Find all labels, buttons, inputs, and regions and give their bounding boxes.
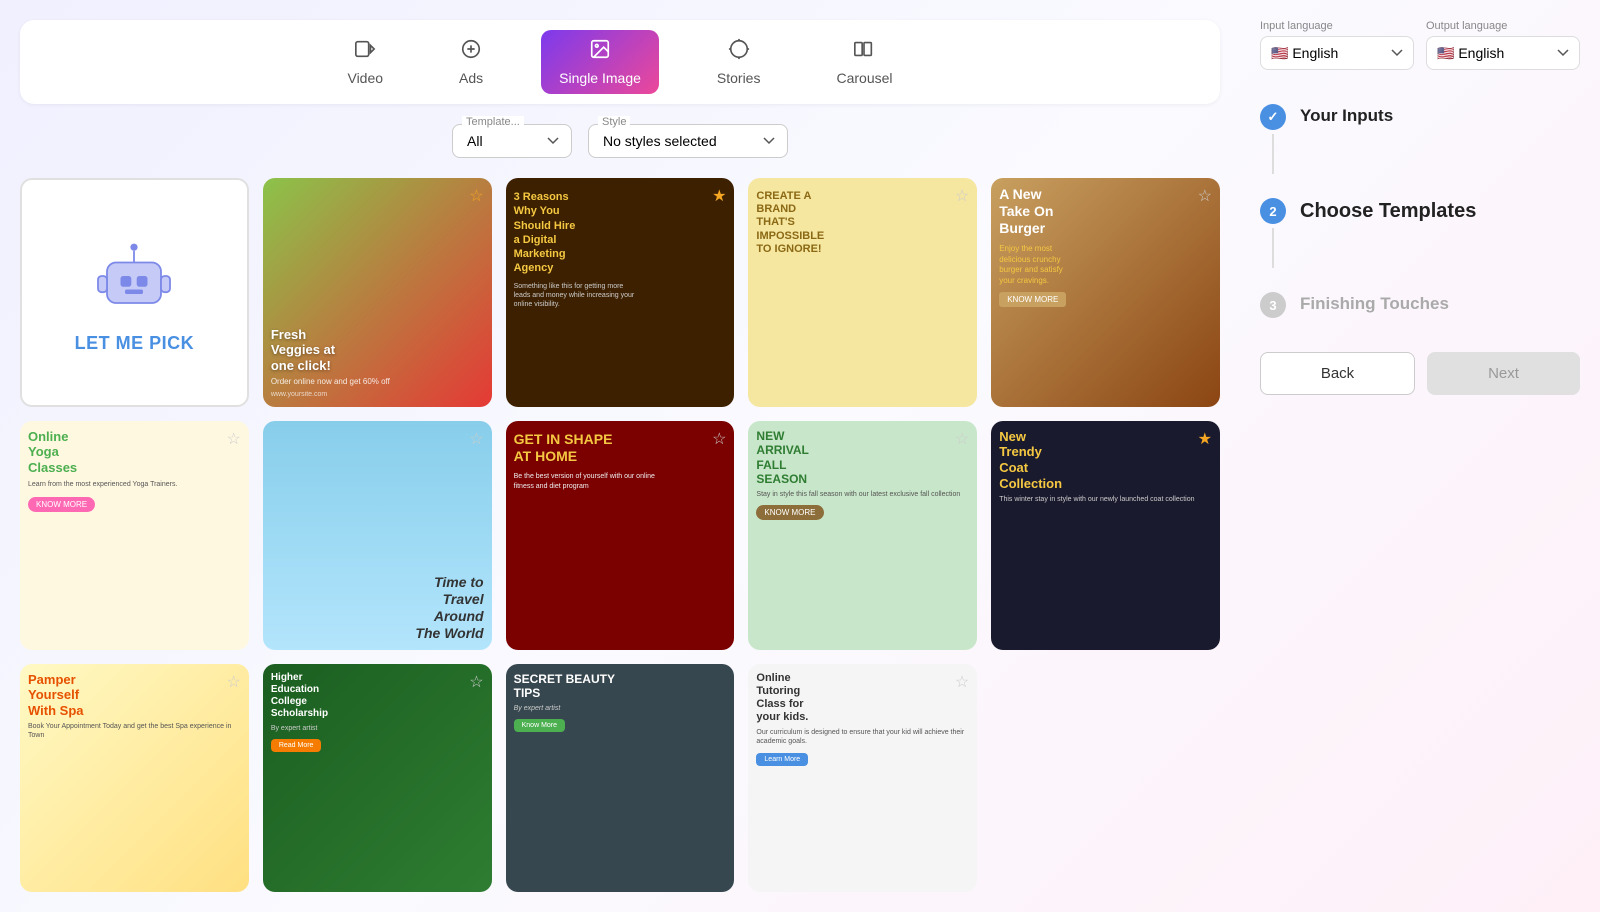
template-card-spa[interactable]: ☆ PamperYourselfWith Spa Book Your Appoi… <box>20 664 249 893</box>
fall-content: NEWARRIVALFALLSEASON Stay in style this … <box>748 421 977 650</box>
input-language-select[interactable]: 🇺🇸 English <box>1260 36 1414 70</box>
template-card-beauty[interactable]: SECRET BEAUTYTIPS By expert artist Know … <box>506 664 735 893</box>
tab-video[interactable]: Video <box>329 30 401 94</box>
template-filter-label: Template... <box>462 116 524 128</box>
let-me-pick-card[interactable]: LET ME PICK <box>20 178 249 407</box>
output-language-select[interactable]: 🇺🇸 English <box>1426 36 1580 70</box>
beauty-cta[interactable]: Know More <box>514 719 565 732</box>
tab-carousel[interactable]: Carousel <box>818 30 910 94</box>
fall-cta[interactable]: KNOW MORE <box>756 505 823 520</box>
tab-single-image-label: Single Image <box>559 70 641 86</box>
tab-ads-label: Ads <box>459 70 483 86</box>
step-line-1 <box>1272 134 1274 174</box>
template-filter-group: Template... All <box>452 124 572 158</box>
template-filter-select[interactable]: All <box>452 124 572 158</box>
template-card-tutoring[interactable]: ☆ OnlineTutoringClass foryour kids. Our … <box>748 664 977 893</box>
burger-content: A NewTake OnBurger Enjoy the mostdelicio… <box>991 178 1220 407</box>
tab-stories[interactable]: Stories <box>699 30 779 94</box>
scholarship-cta[interactable]: Read More <box>271 739 322 752</box>
template-card-fitness[interactable]: ☆ GET IN SHAPEAT HOME Be the best versio… <box>506 421 735 650</box>
tab-bar: Video Ads Single Image Stories Carousel <box>20 20 1220 104</box>
star-icon-marketing: ★ <box>712 186 726 206</box>
step-circle-3: 3 <box>1260 292 1286 318</box>
star-icon-travel: ☆ <box>469 429 483 449</box>
templates-grid: LET ME PICK ☆ FreshVeggies atone click! … <box>20 178 1220 892</box>
template-card-scholarship[interactable]: ☆ HigherEducationCollegeScholarship By e… <box>263 664 492 893</box>
burger-cta[interactable]: KNOW MORE <box>999 292 1066 307</box>
tab-video-label: Video <box>347 70 383 86</box>
marketing-content: 3 ReasonsWhy YouShould Hirea DigitalMark… <box>506 178 735 407</box>
tab-carousel-label: Carousel <box>836 70 892 86</box>
template-card-yoga[interactable]: ☆ OnlineYogaClasses Learn from the most … <box>20 421 249 650</box>
scholarship-content: HigherEducationCollegeScholarship By exp… <box>263 664 492 893</box>
back-button[interactable]: Back <box>1260 352 1415 395</box>
star-icon-spa: ☆ <box>226 672 240 692</box>
step-connector-3: 3 <box>1260 292 1286 318</box>
travel-content: Time toTravelAroundThe World <box>263 421 492 650</box>
tomatoes-content: FreshVeggies atone click! Order online n… <box>263 178 492 407</box>
fitness-content: GET IN SHAPEAT HOME Be the best version … <box>506 421 735 650</box>
star-icon-scholarship: ☆ <box>469 672 483 692</box>
star-icon-tomatoes: ☆ <box>469 186 483 206</box>
tab-ads[interactable]: Ads <box>441 30 501 94</box>
ads-icon <box>460 38 482 66</box>
style-filter-label: Style <box>598 116 630 128</box>
carousel-icon <box>853 38 875 66</box>
star-icon-burger: ☆ <box>1198 186 1212 206</box>
star-icon-yoga: ☆ <box>226 429 240 449</box>
main-area: Video Ads Single Image Stories Carousel <box>0 0 1240 912</box>
brand-content: CREATE ABRANDTHAT'SIMPOSSIBLETO IGNORE! <box>748 178 977 407</box>
style-filter-group: Style No styles selected <box>588 124 788 158</box>
btn-row: Back Next <box>1260 352 1580 395</box>
template-card-marketing[interactable]: ★ 3 ReasonsWhy YouShould Hirea DigitalMa… <box>506 178 735 407</box>
output-language-label: Output language <box>1426 20 1580 32</box>
filters-row: Template... All Style No styles selected <box>20 124 1220 158</box>
robot-icon <box>89 231 179 321</box>
steps-container: ✓ Your Inputs 2 Choose Templates 3 Finis… <box>1260 94 1580 328</box>
template-card-fall[interactable]: ☆ NEWARRIVALFALLSEASON Stay in style thi… <box>748 421 977 650</box>
video-icon <box>354 38 376 66</box>
coat-content: NewTrendyCoatCollection This winter stay… <box>991 421 1220 650</box>
template-card-coat[interactable]: ★ NewTrendyCoatCollection This winter st… <box>991 421 1220 650</box>
style-filter-select[interactable]: No styles selected <box>588 124 788 158</box>
template-card-burger[interactable]: ☆ A NewTake OnBurger Enjoy the mostdelic… <box>991 178 1220 407</box>
star-icon-coat: ★ <box>1198 429 1212 449</box>
step-label-1: Your Inputs <box>1300 104 1393 126</box>
template-card-travel[interactable]: ☆ Time toTravelAroundThe World <box>263 421 492 650</box>
step-row-2: 2 Choose Templates <box>1260 188 1580 282</box>
single-image-icon <box>589 38 611 66</box>
step-label-2: Choose Templates <box>1300 198 1476 223</box>
template-card-brand[interactable]: ☆ CREATE ABRANDTHAT'SIMPOSSIBLETO IGNORE… <box>748 178 977 407</box>
stories-icon <box>728 38 750 66</box>
step-connector-2: 2 <box>1260 198 1286 272</box>
template-card-tomatoes[interactable]: ☆ FreshVeggies atone click! Order online… <box>263 178 492 407</box>
yoga-content: OnlineYogaClasses Learn from the most ex… <box>20 421 249 650</box>
output-language-group: Output language 🇺🇸 English <box>1426 20 1580 70</box>
step-row-3: 3 Finishing Touches <box>1260 282 1580 328</box>
sidebar: Input language 🇺🇸 English Output languag… <box>1240 0 1600 912</box>
step-connector-1: ✓ <box>1260 104 1286 178</box>
tutoring-content: OnlineTutoringClass foryour kids. Our cu… <box>748 664 977 893</box>
tab-single-image[interactable]: Single Image <box>541 30 659 94</box>
yoga-cta[interactable]: KNOW MORE <box>28 497 95 512</box>
spa-content: PamperYourselfWith Spa Book Your Appoint… <box>20 664 249 893</box>
star-icon-fall: ☆ <box>955 429 969 449</box>
step-circle-1: ✓ <box>1260 104 1286 130</box>
input-language-label: Input language <box>1260 20 1414 32</box>
let-me-pick-label: LET ME PICK <box>75 333 195 354</box>
star-icon-brand: ☆ <box>955 186 969 206</box>
step-row-1: ✓ Your Inputs <box>1260 94 1580 188</box>
step-line-2 <box>1272 228 1274 268</box>
step-label-3: Finishing Touches <box>1300 292 1449 314</box>
next-button[interactable]: Next <box>1427 352 1580 395</box>
tutoring-cta[interactable]: Learn More <box>756 753 808 766</box>
star-icon-fitness: ☆ <box>712 429 726 449</box>
tab-stories-label: Stories <box>717 70 761 86</box>
step-circle-2: 2 <box>1260 198 1286 224</box>
star-icon-tutoring: ☆ <box>955 672 969 692</box>
input-language-group: Input language 🇺🇸 English <box>1260 20 1414 70</box>
beauty-content: SECRET BEAUTYTIPS By expert artist Know … <box>506 664 735 893</box>
language-row: Input language 🇺🇸 English Output languag… <box>1260 20 1580 70</box>
